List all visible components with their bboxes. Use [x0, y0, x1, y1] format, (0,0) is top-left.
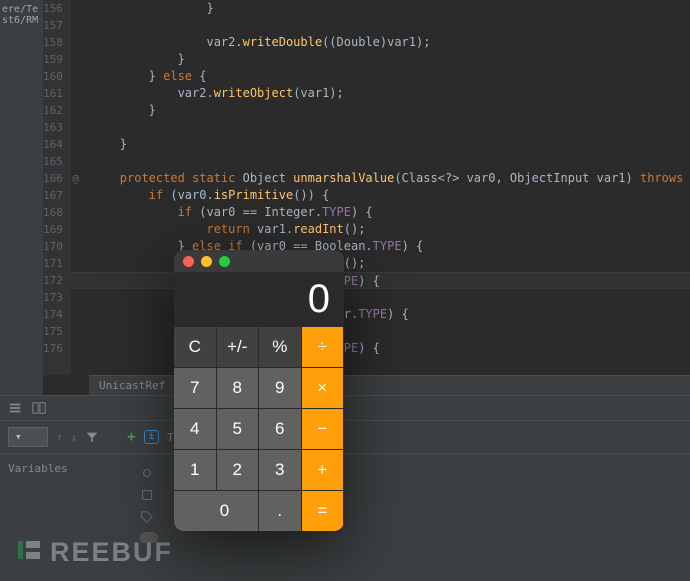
tag-icon[interactable]	[140, 510, 154, 524]
code-line[interactable]: ();	[71, 323, 690, 340]
debug-controls: ▾ ↑ ↓ + i T	[0, 421, 690, 454]
line-number: 174	[43, 306, 63, 323]
code-line[interactable]	[71, 153, 690, 170]
add-watch-icon[interactable]: +	[127, 429, 135, 445]
code-line[interactable]: }	[71, 51, 690, 68]
three-key[interactable]: 3	[259, 449, 302, 490]
box-icon[interactable]	[140, 488, 154, 502]
infinity-icon[interactable]	[140, 532, 158, 543]
code-line[interactable]	[71, 119, 690, 136]
debug-side-icons	[140, 466, 158, 543]
code-line[interactable]: return var1.readInt();	[71, 221, 690, 238]
step-up-icon[interactable]: ↑	[56, 431, 63, 444]
code-editor[interactable]: 1561571581591601611621631641651661671681…	[43, 0, 690, 375]
line-number: 168	[43, 204, 63, 221]
line-number: 165	[43, 153, 63, 170]
line-number: 166	[43, 170, 63, 187]
line-gutter: 1561571581591601611621631641651661671681…	[43, 0, 71, 375]
info-icon: i	[144, 430, 159, 444]
frames-dropdown[interactable]: ▾	[8, 427, 48, 447]
seven-key[interactable]: 7	[174, 367, 217, 408]
code-line[interactable]: ();	[71, 289, 690, 306]
close-icon[interactable]	[183, 256, 194, 267]
five-key[interactable]: 5	[217, 408, 260, 449]
divide-key[interactable]: ÷	[302, 326, 345, 367]
line-number: 160	[43, 68, 63, 85]
line-number: 156	[43, 0, 63, 17]
line-number: 173	[43, 289, 63, 306]
variables-tab[interactable]: Variables	[8, 462, 68, 475]
line-number: 176	[43, 340, 63, 357]
minimize-icon[interactable]	[201, 256, 212, 267]
breadcrumb-item[interactable]: UnicastRef	[99, 379, 165, 392]
line-number: 162	[43, 102, 63, 119]
threads-icon[interactable]	[8, 401, 22, 415]
code-line[interactable]: }	[71, 136, 690, 153]
code-line[interactable]: }	[71, 102, 690, 119]
file-path-fragment: ere/Test6/RM	[0, 0, 43, 30]
decimal-key[interactable]: .	[259, 490, 302, 531]
multiply-key[interactable]: ×	[302, 367, 345, 408]
calculator-display: 0	[174, 272, 344, 326]
code-line[interactable]: var2.writeObject(var1);	[71, 85, 690, 102]
code-area[interactable]: } var2.writeDouble((Double)var1); } } el…	[71, 0, 690, 375]
step-down-icon[interactable]: ↓	[71, 431, 78, 444]
equals-key[interactable]: =	[302, 490, 345, 531]
zoom-icon[interactable]	[219, 256, 230, 267]
code-line[interactable]: ean();	[71, 255, 690, 272]
code-line[interactable]: } else if (var0 == Boolean.TYPE) {	[71, 238, 690, 255]
line-number: 171	[43, 255, 63, 272]
line-number: 167	[43, 187, 63, 204]
debug-toolbar	[0, 396, 690, 421]
plus-key[interactable]: +	[302, 449, 345, 490]
one-key[interactable]: 1	[174, 449, 217, 490]
code-line[interactable]: .TYPE) {	[71, 340, 690, 357]
code-line[interactable]: var2.writeDouble((Double)var1);	[71, 34, 690, 51]
six-key[interactable]: 6	[259, 408, 302, 449]
negate-key[interactable]: +/-	[217, 326, 260, 367]
layout-icon[interactable]	[32, 401, 46, 415]
code-line[interactable]	[71, 17, 690, 34]
zero-key[interactable]: 0	[174, 490, 259, 531]
line-number: 159	[43, 51, 63, 68]
nine-key[interactable]: 9	[259, 367, 302, 408]
eight-key[interactable]: 8	[217, 367, 260, 408]
calculator-window[interactable]: 0 C+/-%÷ 789× 456− 123+0.=	[174, 250, 344, 531]
line-number: 175	[43, 323, 63, 340]
calculator-keypad: C+/-%÷ 789× 456− 123+0.=	[174, 326, 344, 531]
minus-key[interactable]: −	[302, 408, 345, 449]
filter-icon[interactable]	[85, 430, 99, 444]
code-line[interactable]: if (var0.isPrimitive()) {	[71, 187, 690, 204]
code-line[interactable]: protected static Object unmarshalValue(C…	[71, 170, 690, 187]
code-line[interactable]: if (var0 == Integer.TYPE) {	[71, 204, 690, 221]
code-line[interactable]: cter.TYPE) {	[71, 306, 690, 323]
code-line[interactable]: } else {	[71, 68, 690, 85]
line-number: 161	[43, 85, 63, 102]
line-number: 169	[43, 221, 63, 238]
calculator-titlebar[interactable]	[174, 250, 344, 272]
debug-panel: ▾ ↑ ↓ + i T Variables	[0, 395, 690, 581]
clear-key[interactable]: C	[174, 326, 217, 367]
two-key[interactable]: 2	[217, 449, 260, 490]
line-number: 157	[43, 17, 63, 34]
code-line[interactable]: }	[71, 0, 690, 17]
code-line[interactable]: .TYPE) {	[71, 272, 690, 289]
line-number: 158	[43, 34, 63, 51]
percent-key[interactable]: %	[259, 326, 302, 367]
line-number: 163	[43, 119, 63, 136]
line-number: 164	[43, 136, 63, 153]
this-variable[interactable]: T	[167, 431, 174, 444]
four-key[interactable]: 4	[174, 408, 217, 449]
line-number: 172	[43, 272, 63, 289]
link-icon[interactable]	[140, 466, 154, 480]
line-number: 170	[43, 238, 63, 255]
